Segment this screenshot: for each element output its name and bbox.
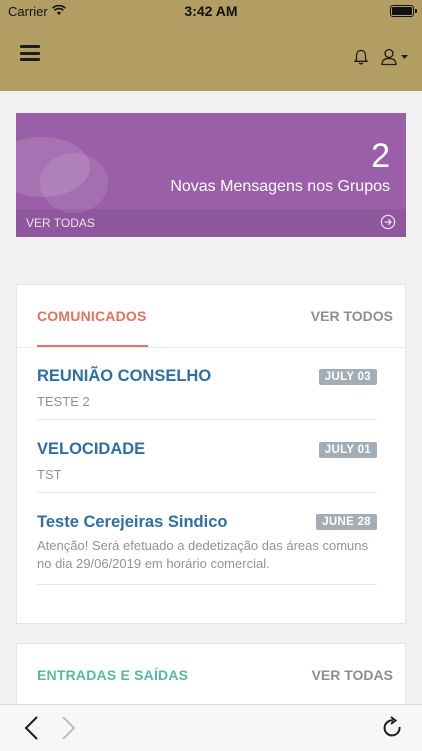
item-text: TST [37, 467, 62, 482]
messages-footer[interactable]: VER TODAS [16, 209, 406, 237]
entradas-title: ENTRADAS E SAÍDAS [37, 667, 189, 683]
browser-toolbar [0, 704, 422, 751]
comunicados-list: REUNIÃO CONSELHO JULY 03 TESTE 2 VELOCID… [37, 347, 377, 585]
back-icon[interactable] [22, 715, 42, 741]
item-text: TESTE 2 [37, 394, 90, 409]
app-header: Carrier 3:42 AM [0, 0, 422, 91]
comunicados-panel: COMUNICADOS VER TODOS REUNIÃO CONSELHO J… [16, 284, 406, 624]
list-item[interactable]: VELOCIDADE JULY 01 TST [37, 420, 377, 493]
forward-icon [62, 716, 76, 740]
messages-count: 2 [371, 137, 390, 175]
hamburger-icon[interactable] [20, 45, 40, 61]
chat-bubbles-icon [16, 137, 108, 213]
comunicados-title: COMUNICADOS [37, 308, 147, 324]
bell-icon[interactable] [352, 48, 370, 66]
item-title[interactable]: VELOCIDADE [37, 440, 145, 459]
date-badge: JULY 03 [318, 369, 377, 385]
arrow-right-circle-icon[interactable] [380, 214, 396, 230]
ver-todas-link[interactable]: VER TODAS [26, 216, 95, 230]
date-badge: JUNE 28 [316, 514, 377, 530]
group-messages-card[interactable]: 2 Novas Mensagens nos Grupos VER TODAS [16, 113, 406, 237]
comunicados-header: COMUNICADOS VER TODOS [17, 285, 405, 348]
reload-icon[interactable] [382, 716, 404, 740]
messages-label: Novas Mensagens nos Grupos [170, 178, 390, 195]
ver-todas-entradas-link[interactable]: VER TODAS [312, 667, 393, 683]
user-icon[interactable] [380, 47, 410, 67]
list-item[interactable]: REUNIÃO CONSELHO JULY 03 TESTE 2 [37, 347, 377, 420]
status-time: 3:42 AM [184, 3, 238, 19]
item-title[interactable]: Teste Cerejeiras Sindico [37, 513, 227, 532]
battery-icon [390, 5, 417, 17]
status-bar: Carrier 3:42 AM [0, 0, 422, 24]
item-text: Atenção! Será efetuado a dedetização das… [37, 538, 368, 571]
item-title[interactable]: REUNIÃO CONSELHO [37, 367, 211, 386]
ver-todos-link[interactable]: VER TODOS [311, 308, 393, 324]
list-item[interactable]: Teste Cerejeiras Sindico JUNE 28 Atenção… [37, 493, 377, 585]
date-badge: JULY 01 [318, 442, 377, 458]
entradas-header: ENTRADAS E SAÍDAS VER TODAS [17, 644, 405, 706]
